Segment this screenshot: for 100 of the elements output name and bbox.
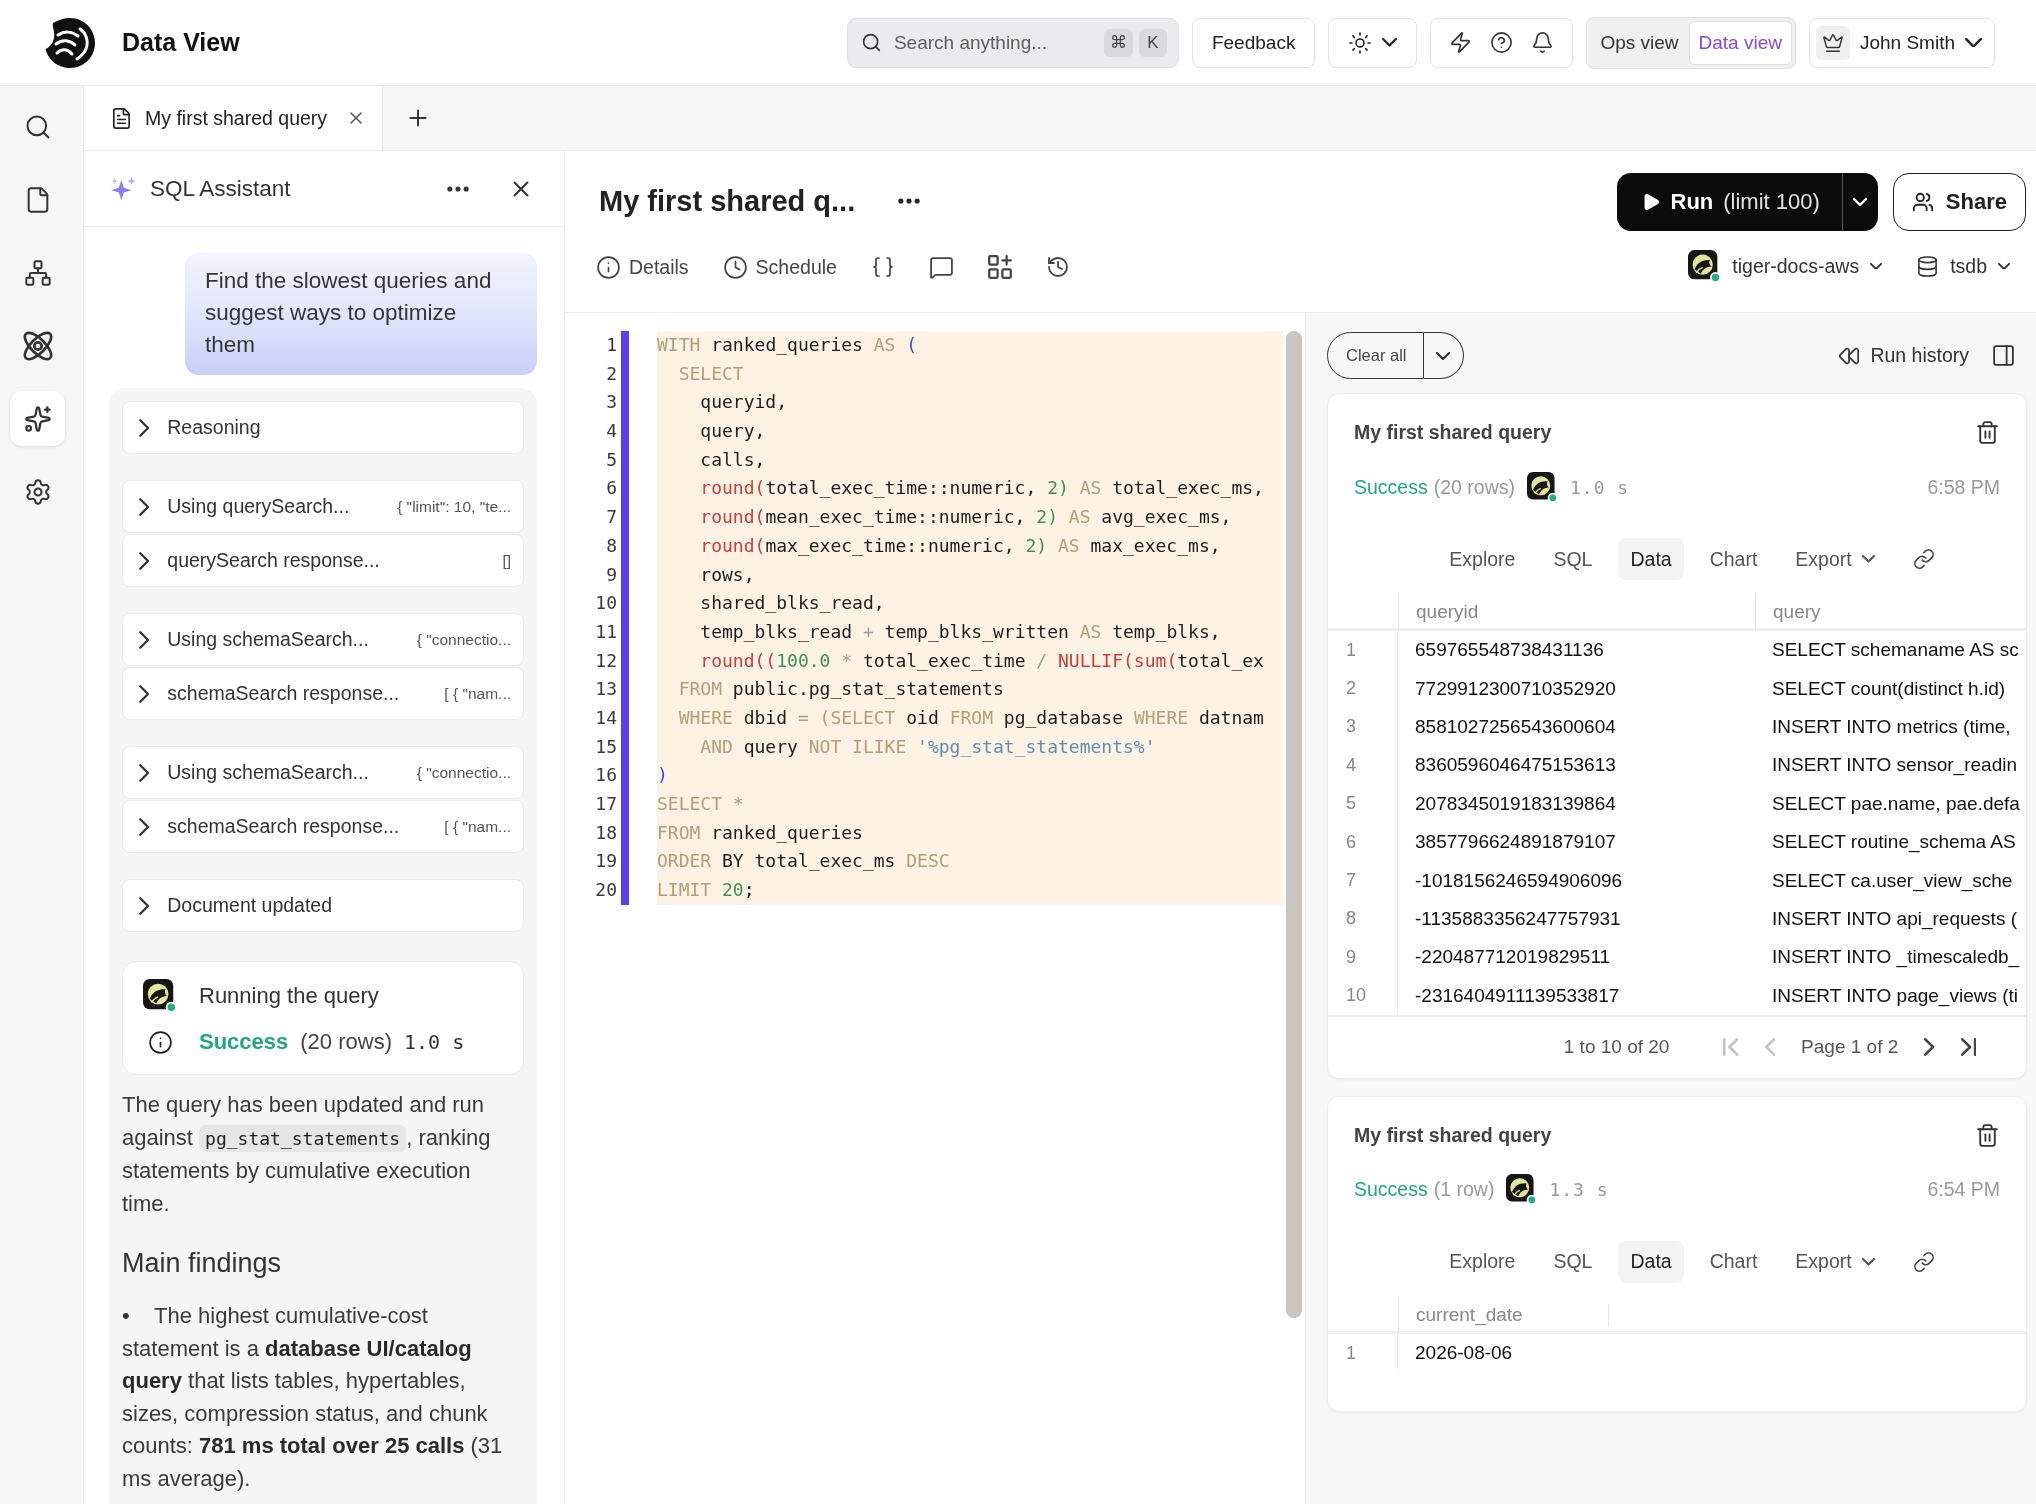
result-tab[interactable]: Chart <box>1697 538 1770 580</box>
sparkles-icon <box>110 175 136 202</box>
code-line: shared_blks_read, <box>699 591 885 616</box>
link-icon[interactable] <box>1912 548 1935 570</box>
result-tab[interactable]: Explore <box>1437 538 1528 580</box>
step-toggle[interactable]: schemaSearch response... [ { "nam... <box>122 800 524 853</box>
row-number: 4 <box>1328 746 1398 785</box>
step-toggle[interactable]: Using querySearch... { "limit": 10, "te... <box>122 480 524 533</box>
step-detail: { "connectio... <box>416 763 511 782</box>
code-line: round(max_exec_time::numeric, 2) AS max_exec_ms, <box>699 533 1221 558</box>
app-title: Data View <box>122 28 240 57</box>
code-line: round(mean_exec_time::numeric, 2) AS avg_exec_ms, <box>699 505 1232 530</box>
panel-icon[interactable] <box>1991 343 2016 368</box>
feedback-button[interactable]: Feedback <box>1191 17 1316 68</box>
user-menu-button[interactable]: John Smith <box>1808 17 1995 68</box>
database-selector[interactable]: tsdb <box>1916 254 2010 278</box>
result-tab[interactable]: Data <box>1618 1240 1684 1283</box>
run-title: Running the query <box>199 983 379 1009</box>
braces-icon[interactable] <box>870 255 895 279</box>
step-toggle[interactable]: querySearch response... [] <box>122 534 524 587</box>
code-line: temp_blks_read + temp_blks_written AS temp_blks, <box>699 619 1221 644</box>
schedule-button[interactable]: Schedule <box>722 254 837 280</box>
nav-button[interactable] <box>10 391 65 446</box>
chevron-right-icon <box>139 630 150 649</box>
code-line: ORDER BY total_exec_ms DESC <box>657 849 950 874</box>
comment-icon[interactable] <box>928 254 954 280</box>
step-toggle[interactable]: Using schemaSearch... { "connectio... <box>122 746 524 799</box>
chevron-down-icon <box>1861 555 1875 563</box>
result-tab[interactable]: Export <box>1783 538 1887 580</box>
table-cell-text: 8360596046475153613 <box>1414 754 1617 777</box>
code-line: queryid, <box>699 390 788 415</box>
clock-icon <box>722 254 748 280</box>
row-count: (20 rows) <box>1433 475 1515 499</box>
table-cell-text: INSERT INTO _timescaledb_ <box>1771 946 2021 969</box>
table-cell-text: -220487712019829511 <box>1414 946 1612 969</box>
column-header: current_date <box>1398 1295 1608 1334</box>
result-tab[interactable]: Explore <box>1437 1240 1528 1283</box>
result-tab[interactable]: SQL <box>1541 1240 1605 1283</box>
code-line: FROM ranked_queries <box>657 820 863 845</box>
view-tab[interactable]: Data view <box>1688 20 1792 65</box>
help-icon[interactable] <box>1490 31 1514 54</box>
theme-button[interactable] <box>1328 17 1418 68</box>
history-icon[interactable] <box>1045 255 1070 279</box>
service-selector[interactable]: tiger-docs-aws <box>1688 249 1883 283</box>
code-line: rows, <box>699 562 755 587</box>
row-number: 6 <box>1328 822 1398 862</box>
bolt-icon[interactable] <box>1449 31 1473 54</box>
link-icon[interactable] <box>1912 1250 1935 1273</box>
document-tab[interactable]: My first shared query <box>84 86 383 150</box>
chevron-last-icon[interactable] <box>1960 1038 1976 1057</box>
grid-plus-icon[interactable] <box>987 255 1012 279</box>
step-toggle[interactable]: Using schemaSearch... { "connectio... <box>122 613 524 666</box>
line-number: 1 <box>606 333 617 357</box>
table-cell-text: SELECT schemaname AS sc <box>1771 639 2020 662</box>
result-tab[interactable]: Data <box>1618 538 1684 580</box>
column-header: queryid <box>1398 593 1755 631</box>
table-cell-text: SELECT pae.name, pae.defa <box>1771 792 2021 815</box>
result-tab[interactable]: Chart <box>1697 1240 1770 1283</box>
chevron-down-icon <box>1853 198 1868 206</box>
code-line: SELECT * <box>657 792 744 816</box>
step-toggle[interactable]: Document updated <box>122 879 524 932</box>
code-line: SELECT <box>677 361 744 386</box>
line-number: 16 <box>595 763 617 788</box>
app-logo <box>44 16 96 69</box>
step-toggle[interactable]: Reasoning <box>122 401 524 454</box>
share-button[interactable]: Share <box>1892 173 2026 231</box>
panel-title: SQL Assistant <box>150 175 291 202</box>
code-editor[interactable] <box>657 331 1283 905</box>
result-tab[interactable]: SQL <box>1541 538 1605 580</box>
table-cell-text: 3857796624891879107 <box>1414 831 1617 854</box>
row-number: 5 <box>1328 784 1398 823</box>
line-number: 15 <box>595 734 617 759</box>
result-tab[interactable]: Export <box>1783 1240 1887 1283</box>
step-toggle[interactable]: schemaSearch response... [ { "nam... <box>122 667 524 720</box>
run-options-button[interactable] <box>1841 173 1878 231</box>
run-button[interactable]: Run (limit 100) <box>1616 173 1842 231</box>
status-text: Success <box>1354 475 1428 499</box>
status-text: Success <box>199 1029 289 1055</box>
table-cell-text: -1135883356247757931 <box>1414 907 1622 930</box>
line-number: 19 <box>595 849 617 874</box>
run-history-button[interactable]: Run history <box>1838 344 1969 367</box>
row-number: 7 <box>1328 861 1398 900</box>
line-number: 3 <box>606 390 617 415</box>
chevron-right-icon[interactable] <box>1924 1038 1935 1057</box>
page-label: Page 1 of 2 <box>1801 1036 1899 1059</box>
run-time: 6:54 PM <box>1927 1178 2000 1202</box>
trash-icon[interactable] <box>1975 1122 2000 1148</box>
line-number: 9 <box>606 562 617 587</box>
trash-icon[interactable] <box>1975 420 2000 445</box>
scrollbar-thumb[interactable] <box>1286 331 1302 1318</box>
line-number: 17 <box>595 792 617 816</box>
line-number: 7 <box>606 505 617 530</box>
sun-icon <box>1348 30 1373 55</box>
chevron-right-icon <box>139 497 150 516</box>
duration-text: 1.0 s <box>1570 476 1630 498</box>
view-tab[interactable]: Ops view <box>1590 20 1689 65</box>
bell-icon[interactable] <box>1531 31 1555 54</box>
users-icon <box>1911 191 1934 213</box>
details-button[interactable]: Details <box>596 254 689 280</box>
row-number: 8 <box>1328 899 1398 939</box>
